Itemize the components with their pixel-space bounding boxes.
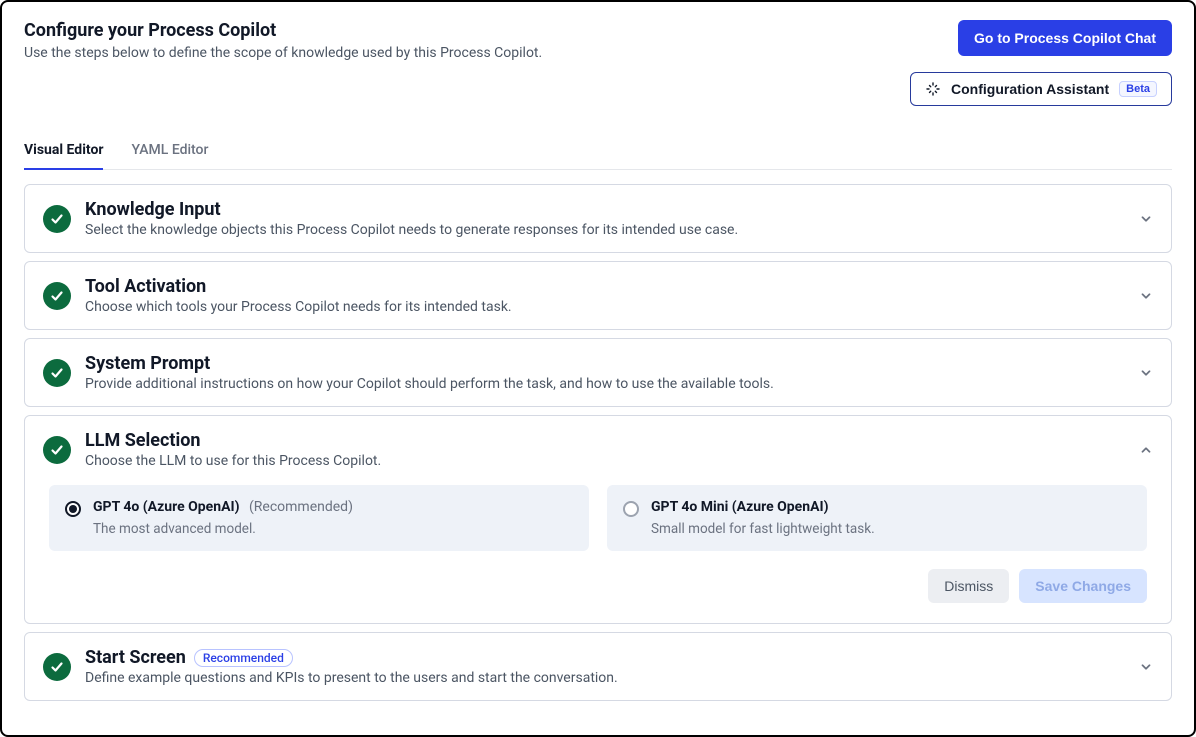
section-system-prompt: System Prompt Provide additional instruc… <box>24 338 1172 407</box>
radio-selected-icon <box>65 501 81 517</box>
chevron-up-icon <box>1139 443 1153 457</box>
radio-unselected-icon <box>623 501 639 517</box>
section-desc: Select the knowledge objects this Proces… <box>85 222 1125 238</box>
chevron-down-icon <box>1139 660 1153 674</box>
section-header-knowledge[interactable]: Knowledge Input Select the knowledge obj… <box>25 185 1171 252</box>
llm-option-name: GPT 4o (Azure OpenAI) <box>93 499 240 515</box>
llm-option-desc: The most advanced model. <box>93 521 353 537</box>
chevron-down-icon <box>1139 289 1153 303</box>
page-subtitle: Use the steps below to define the scope … <box>24 45 894 61</box>
beta-badge: Beta <box>1119 81 1157 97</box>
section-header-prompt[interactable]: System Prompt Provide additional instruc… <box>25 339 1171 406</box>
section-title-text: Start Screen <box>85 647 186 668</box>
page-title: Configure your Process Copilot <box>24 20 894 41</box>
llm-recommended-label: (Recommended) <box>249 499 353 515</box>
llm-option-gpt4o-mini[interactable]: GPT 4o Mini (Azure OpenAI) Small model f… <box>607 485 1147 551</box>
section-tool-activation: Tool Activation Choose which tools your … <box>24 261 1172 330</box>
section-knowledge-input: Knowledge Input Select the knowledge obj… <box>24 184 1172 253</box>
section-llm-selection: LLM Selection Choose the LLM to use for … <box>24 415 1172 624</box>
section-header-llm[interactable]: LLM Selection Choose the LLM to use for … <box>25 416 1171 483</box>
dismiss-button[interactable]: Dismiss <box>928 569 1009 603</box>
section-start-screen: Start Screen Recommended Define example … <box>24 632 1172 701</box>
section-title: LLM Selection <box>85 430 1125 451</box>
check-icon <box>43 436 71 464</box>
section-title: System Prompt <box>85 353 1125 374</box>
section-header-start[interactable]: Start Screen Recommended Define example … <box>25 633 1171 700</box>
section-title: Start Screen Recommended <box>85 647 1125 668</box>
save-changes-button[interactable]: Save Changes <box>1019 569 1147 603</box>
check-icon <box>43 282 71 310</box>
go-to-chat-button[interactable]: Go to Process Copilot Chat <box>958 20 1172 56</box>
llm-option-desc: Small model for fast lightweight task. <box>651 521 875 537</box>
editor-tabs: Visual Editor YAML Editor <box>24 134 1172 170</box>
tab-visual-editor[interactable]: Visual Editor <box>24 134 103 170</box>
section-desc: Choose the LLM to use for this Process C… <box>85 453 1125 469</box>
section-title: Knowledge Input <box>85 199 1125 220</box>
section-title: Tool Activation <box>85 276 1125 297</box>
sparkle-icon <box>925 81 941 97</box>
check-icon <box>43 359 71 387</box>
chevron-down-icon <box>1139 366 1153 380</box>
tab-yaml-editor[interactable]: YAML Editor <box>131 134 208 170</box>
recommended-badge: Recommended <box>194 649 293 667</box>
section-header-tool[interactable]: Tool Activation Choose which tools your … <box>25 262 1171 329</box>
section-desc: Define example questions and KPIs to pre… <box>85 670 1125 686</box>
section-desc: Choose which tools your Process Copilot … <box>85 299 1125 315</box>
check-icon <box>43 205 71 233</box>
check-icon <box>43 653 71 681</box>
section-desc: Provide additional instructions on how y… <box>85 376 1125 392</box>
llm-option-gpt4o[interactable]: GPT 4o (Azure OpenAI) (Recommended) The … <box>49 485 589 551</box>
chevron-down-icon <box>1139 212 1153 226</box>
llm-option-name: GPT 4o Mini (Azure OpenAI) <box>651 499 829 515</box>
config-assistant-label: Configuration Assistant <box>951 81 1109 97</box>
config-assistant-button[interactable]: Configuration Assistant Beta <box>910 72 1172 106</box>
